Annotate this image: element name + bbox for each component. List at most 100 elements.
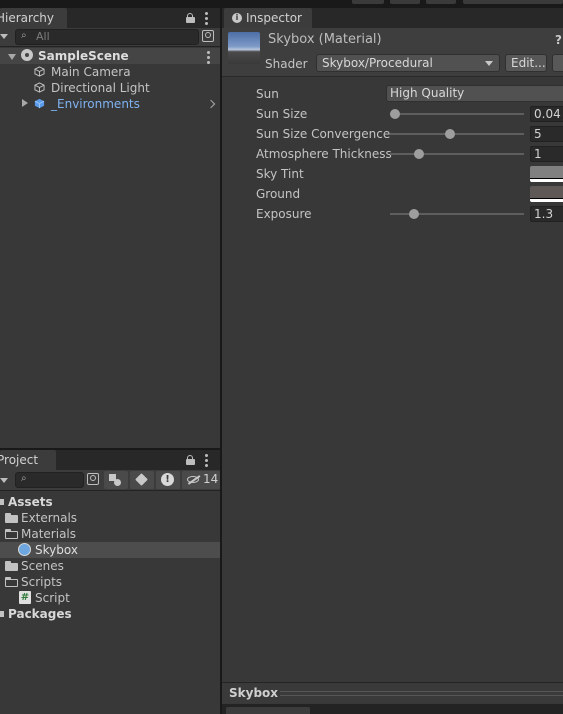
prefab-icon: [34, 98, 45, 109]
sun-size-field[interactable]: 0.04: [530, 106, 563, 122]
toolbar-button[interactable]: [463, 0, 563, 4]
atmosphere-thickness-slider-knob[interactable]: [414, 149, 425, 159]
tab-inspector[interactable]: i Inspector: [224, 8, 312, 28]
script-icon: #: [19, 591, 31, 604]
alpha-bar: [530, 178, 563, 182]
filter-by-type-button[interactable]: [104, 471, 128, 489]
hierarchy-search-input[interactable]: ⌕ All: [15, 29, 199, 45]
sun-size-convergence-slider-knob[interactable]: [445, 129, 456, 139]
property-label-sun-size-convergence: Sun Size Convergence: [256, 127, 391, 141]
project-tree-skybox[interactable]: Skybox: [35, 542, 78, 558]
more-options-icon[interactable]: [205, 454, 208, 469]
project-tree-scenes[interactable]: Scenes: [21, 558, 64, 574]
folder-icon: [5, 513, 18, 523]
material-title: Skybox (Material): [268, 32, 382, 47]
console-errors-button[interactable]: !: [156, 471, 180, 489]
lock-icon[interactable]: [186, 13, 195, 23]
project-tree-materials[interactable]: Materials: [21, 526, 76, 542]
shader-options-button[interactable]: [552, 54, 563, 72]
tab-hierarchy-label: Hierarchy: [0, 11, 55, 25]
sun-dropdown[interactable]: High Quality: [386, 85, 563, 102]
folder-open-icon: [5, 529, 18, 539]
hidden-packages-toggle[interactable]: 14: [182, 471, 220, 489]
create-dropdown-arrow[interactable]: [0, 34, 8, 39]
folder-icon: [5, 561, 18, 571]
shader-dropdown[interactable]: Skybox/Procedural: [316, 54, 500, 72]
search-icon: ⌕: [21, 473, 27, 484]
create-dropdown-arrow[interactable]: [0, 478, 8, 483]
sky-tint-color-field[interactable]: [530, 166, 563, 182]
sun-size-value: 0.04: [534, 107, 561, 121]
toolbar-button[interactable]: [426, 0, 456, 4]
tab-project-label: Project: [0, 453, 39, 467]
hierarchy-item-directional-light[interactable]: Directional Light: [51, 80, 150, 96]
atmosphere-thickness-slider[interactable]: [390, 153, 524, 155]
folder-open-icon: [5, 577, 18, 587]
shader-edit-button[interactable]: Edit...: [505, 54, 547, 72]
assets-icon: [0, 499, 4, 505]
warning-icon: !: [161, 473, 174, 486]
help-icon[interactable]: ?: [555, 33, 562, 47]
material-preview-thumbnail: [228, 32, 260, 64]
info-icon: i: [232, 13, 242, 23]
hierarchy-panel: ⌕ All SampleScene Main Camera Directiona…: [0, 28, 220, 448]
unity-scene-icon: [21, 49, 33, 61]
property-label-atmosphere-thickness: Atmosphere Thickness: [256, 147, 392, 161]
sun-size-slider[interactable]: [390, 113, 524, 115]
hidden-packages-count: 14: [203, 472, 219, 486]
gameobject-icon: [34, 82, 45, 93]
sun-size-convergence-value: 5: [534, 127, 542, 141]
environments-foldout-arrow[interactable]: [22, 99, 28, 107]
tab-inspector-label: Inspector: [246, 11, 302, 25]
exposure-field[interactable]: 1.3: [530, 206, 563, 222]
project-tree-externals[interactable]: Externals: [21, 510, 77, 526]
tab-hierarchy[interactable]: Hierarchy: [0, 8, 67, 28]
ground-color-field[interactable]: [530, 186, 563, 202]
preview-tab[interactable]: [226, 707, 310, 714]
exposure-value: 1.3: [534, 207, 554, 221]
search-by-type-icon[interactable]: [87, 473, 99, 485]
tab-project[interactable]: Project: [0, 450, 56, 470]
shader-edit-button-label: Edit...: [511, 56, 546, 70]
packages-icon: [0, 611, 4, 617]
lock-icon[interactable]: [186, 455, 195, 465]
project-tree-script[interactable]: Script: [35, 590, 70, 606]
property-label-sun-size: Sun Size: [256, 107, 308, 121]
property-label-exposure: Exposure: [256, 207, 312, 221]
preview-header[interactable]: Skybox: [222, 683, 563, 703]
scene-search-icon[interactable]: [202, 30, 214, 42]
gameobject-icon: [34, 66, 45, 77]
toolbar-button[interactable]: [352, 0, 384, 4]
sun-size-convergence-field[interactable]: 5: [530, 126, 563, 142]
preview-title: Skybox: [229, 686, 279, 700]
search-icon: ⌕: [21, 30, 27, 41]
sun-size-convergence-slider[interactable]: [390, 133, 524, 135]
project-tree-packages[interactable]: Packages: [8, 606, 72, 622]
shader-dropdown-value: Skybox/Procedural: [322, 56, 433, 70]
exposure-slider-knob[interactable]: [409, 209, 420, 219]
project-tree-scripts[interactable]: Scripts: [21, 574, 62, 590]
drag-handle[interactable]: [280, 691, 563, 696]
scene-foldout-arrow[interactable]: [8, 54, 16, 60]
project-panel: ⌕ ! 14 Assets Externals Materials Skybox…: [0, 470, 220, 714]
alpha-bar: [530, 198, 563, 202]
sun-size-slider-knob[interactable]: [390, 109, 401, 119]
scene-menu-icon[interactable]: [207, 51, 210, 66]
property-label-ground: Ground: [256, 187, 301, 201]
more-options-icon[interactable]: [205, 12, 208, 27]
tag-icon: [135, 473, 148, 486]
hierarchy-item-environments[interactable]: _Environments: [51, 96, 140, 112]
chevron-down-icon: [485, 61, 493, 66]
inspector-panel: Skybox (Material) ? Shader Skybox/Proced…: [222, 28, 563, 714]
atmosphere-thickness-value: 1: [534, 147, 542, 161]
atmosphere-thickness-field[interactable]: 1: [530, 146, 563, 162]
filter-by-label-button[interactable]: [130, 471, 154, 489]
toolbar-button[interactable]: [390, 0, 420, 4]
shader-label: Shader: [265, 57, 308, 71]
project-search-input[interactable]: ⌕: [15, 472, 84, 488]
material-icon: [18, 543, 31, 556]
property-label-sun: Sun: [256, 87, 279, 101]
chevron-right-icon[interactable]: [206, 99, 216, 109]
project-tree-assets[interactable]: Assets: [8, 494, 53, 510]
hierarchy-item-main-camera[interactable]: Main Camera: [51, 64, 131, 80]
